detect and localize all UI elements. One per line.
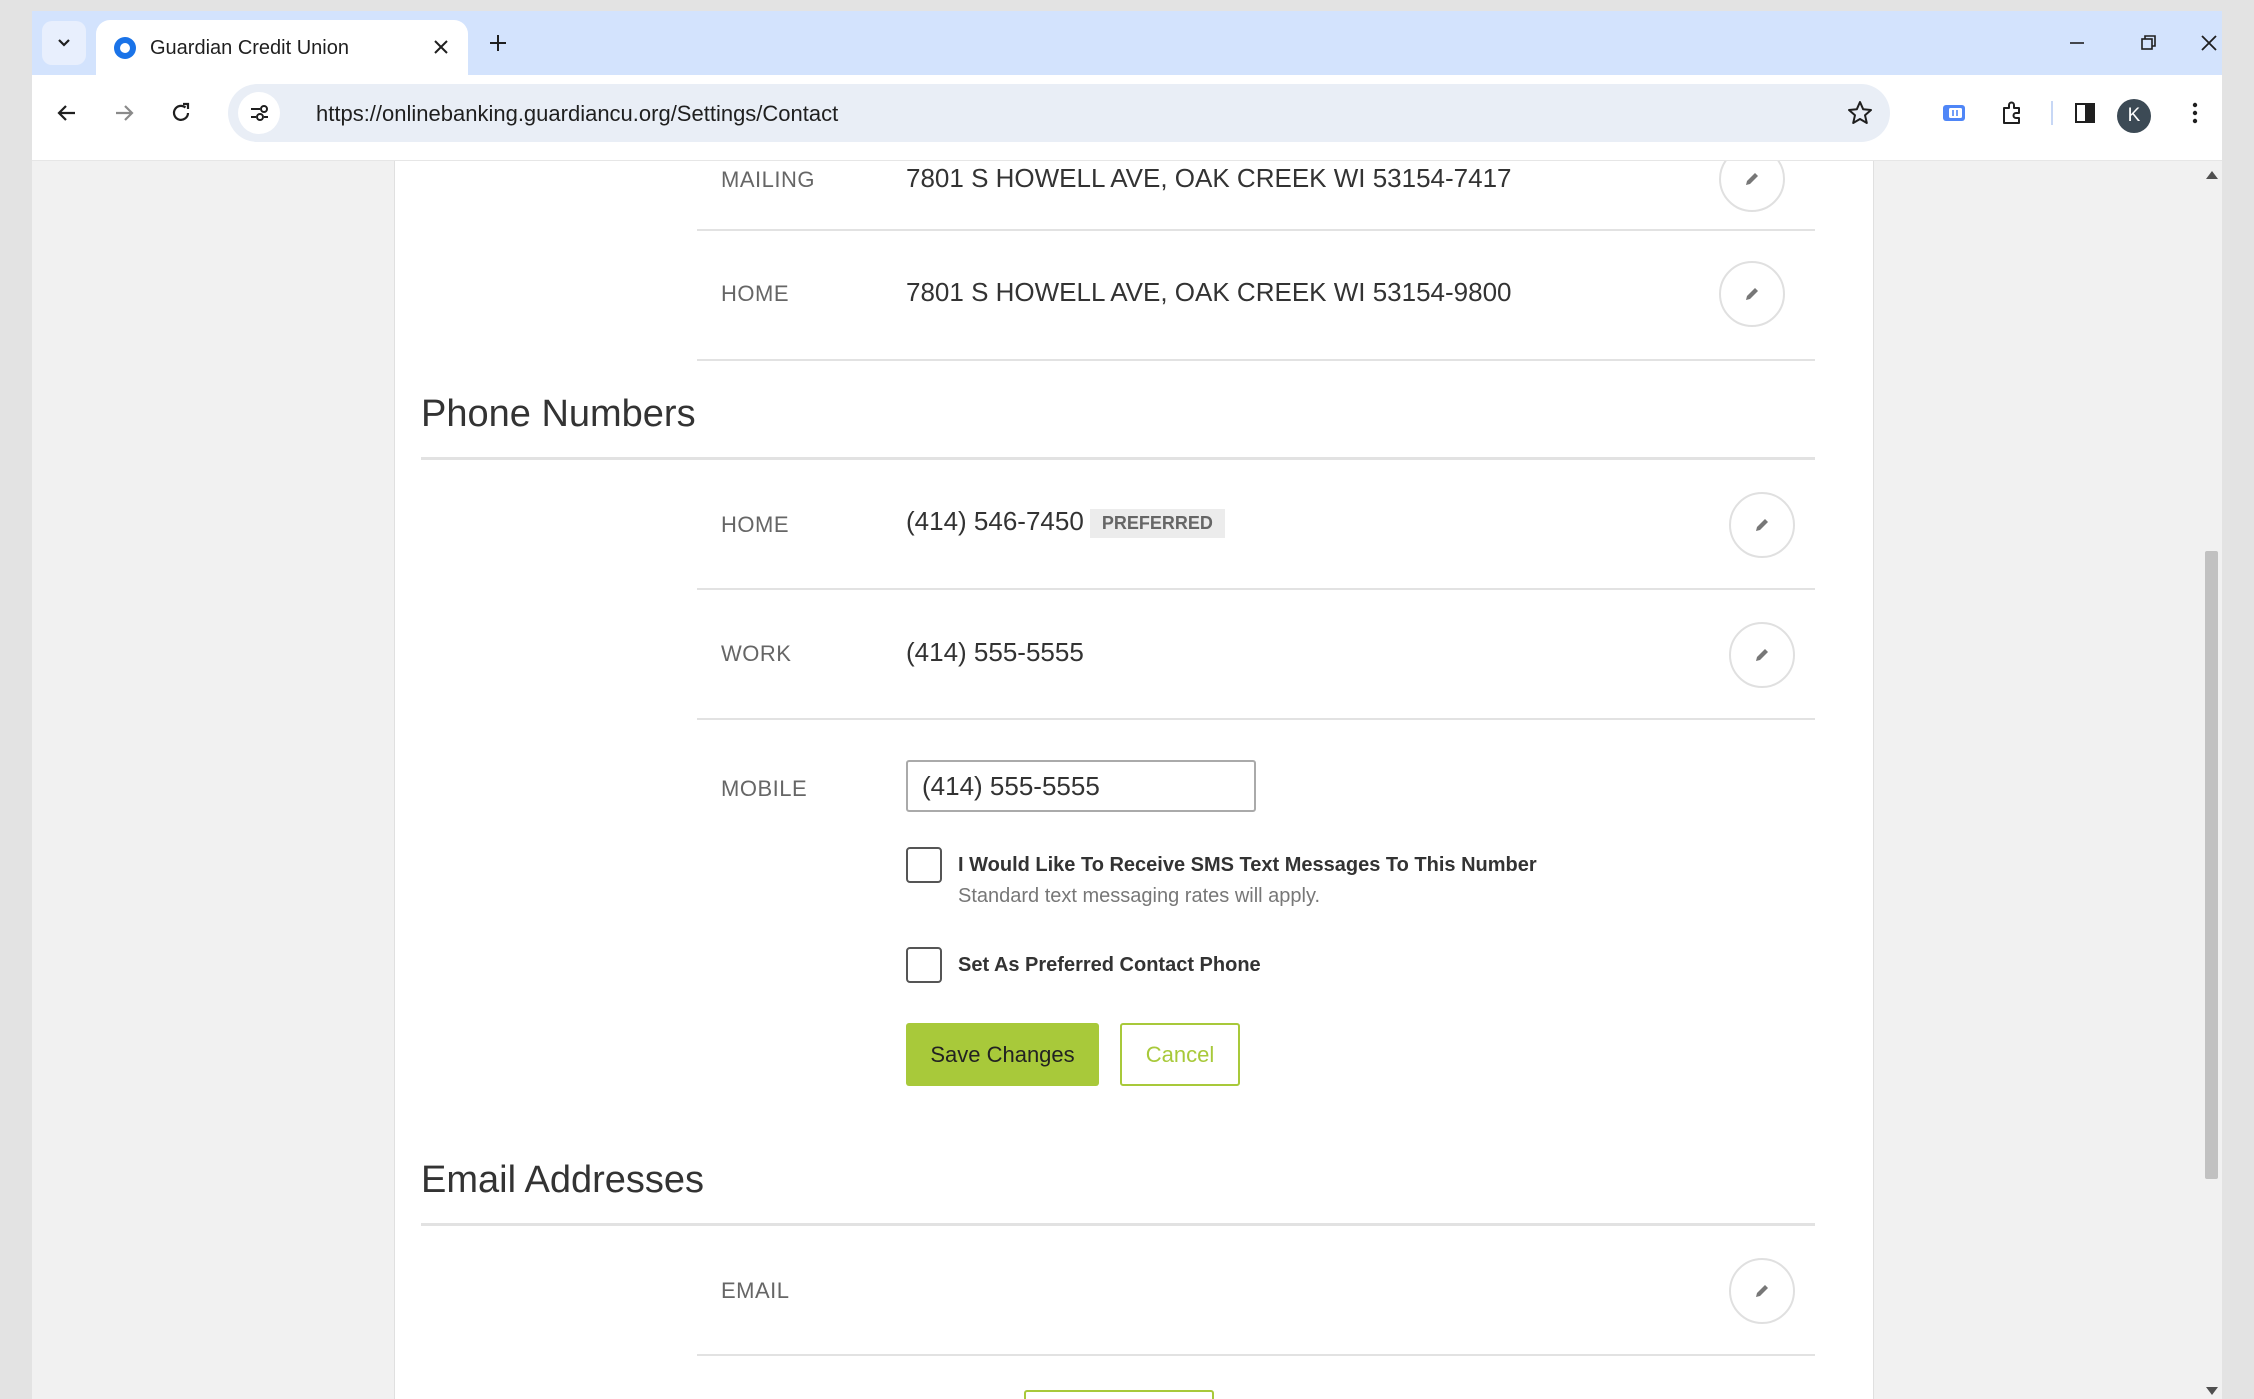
pencil-icon [1756, 649, 1768, 661]
address-value-home: 7801 S HOWELL AVE, OAK CREEK WI 53154-98… [906, 277, 1512, 307]
address-label-mailing: MAILING [721, 167, 815, 192]
address-value-mailing: 7801 S HOWELL AVE, OAK CREEK WI 53154-74… [906, 163, 1512, 193]
phone-label-work: WORK [721, 641, 792, 666]
pencil-icon [1746, 173, 1758, 185]
scrollbar-thumb[interactable] [2205, 551, 2218, 1179]
extensions-menu-button[interactable] [1990, 91, 2034, 135]
forward-button[interactable] [102, 91, 146, 135]
section-title-phone-numbers: Phone Numbers [421, 393, 696, 435]
phone-value-home: (414) 546-7450 PREFERRED [906, 506, 1225, 538]
puzzle-icon [2003, 101, 2020, 124]
pencil-icon [1756, 1285, 1768, 1297]
profile-avatar[interactable]: K [2117, 99, 2151, 133]
scroll-down-arrow-icon[interactable] [2206, 1387, 2218, 1395]
window-close-icon [2201, 35, 2217, 51]
side-panel-icon [2075, 103, 2095, 123]
browser-tab[interactable]: Guardian Credit Union [96, 20, 468, 75]
address-row-home: HOME 7801 S HOWELL AVE, OAK CREEK WI 531… [697, 229, 1815, 361]
edit-email-button[interactable] [1729, 1258, 1795, 1324]
email-row: EMAIL [697, 1226, 1815, 1356]
address-bar[interactable]: https://onlinebanking.guardiancu.org/Set… [228, 84, 1890, 142]
preferred-badge: PREFERRED [1089, 508, 1225, 538]
tab-search-button[interactable] [42, 21, 86, 65]
page-viewport: MAILING 7801 S HOWELL AVE, OAK CREEK WI … [32, 161, 2200, 1399]
pencil-icon [1756, 519, 1768, 531]
phone-label-home: HOME [721, 512, 789, 537]
tab-strip: Guardian Credit Union [32, 11, 2222, 75]
scroll-up-arrow-icon[interactable] [2206, 171, 2218, 179]
restore-icon [2141, 35, 2156, 50]
tab-title: Guardian Credit Union [150, 37, 349, 59]
browser-menu-button[interactable] [2173, 91, 2217, 135]
phone-number-home: (414) 546-7450 [906, 506, 1084, 536]
address-label-home: HOME [721, 281, 789, 306]
menu-icon [2192, 102, 2198, 124]
phone-value-work: (414) 555-5555 [906, 637, 1084, 667]
address-row-mailing: MAILING 7801 S HOWELL AVE, OAK CREEK WI … [697, 161, 1815, 231]
close-icon [434, 40, 448, 54]
contact-settings-page: MAILING 7801 S HOWELL AVE, OAK CREEK WI … [394, 161, 1874, 1399]
phone-label-mobile: MOBILE [721, 776, 808, 801]
cancel-button[interactable]: Cancel [1120, 1023, 1240, 1086]
save-changes-button[interactable]: Save Changes [906, 1023, 1099, 1086]
edit-home-phone-button[interactable] [1729, 492, 1795, 558]
toolbar-divider [2051, 101, 2053, 125]
minimize-button[interactable] [2052, 23, 2102, 63]
browser-toolbar: https://onlinebanking.guardiancu.org/Set… [32, 75, 2222, 161]
edit-work-phone-button[interactable] [1729, 622, 1795, 688]
site-info-icon [251, 105, 268, 121]
browser-window: Guardian Credit Union https://onlinebank… [32, 11, 2222, 1399]
favicon-icon [114, 37, 136, 59]
tab-close-button[interactable] [426, 32, 456, 62]
forward-icon [116, 105, 134, 121]
restore-button[interactable] [2124, 23, 2174, 63]
page-scrollbar[interactable] [2200, 161, 2222, 1399]
phone-row-work: WORK (414) 555-5555 [697, 590, 1815, 720]
preferred-phone-label: Set As Preferred Contact Phone [958, 954, 1261, 976]
new-tab-button[interactable] [478, 23, 518, 63]
email-label: EMAIL [721, 1278, 790, 1303]
bookmark-button[interactable] [1842, 95, 1878, 131]
side-panel-button[interactable] [2063, 91, 2107, 135]
edit-home-address-button[interactable] [1719, 261, 1785, 327]
reload-icon [172, 102, 190, 121]
edit-mailing-address-button[interactable] [1719, 161, 1785, 212]
pencil-icon [1746, 288, 1758, 300]
window-close-button[interactable] [2196, 23, 2222, 63]
sms-rates-note: Standard text messaging rates will apply… [958, 885, 1321, 907]
section-title-email-addresses: Email Addresses [421, 1159, 705, 1201]
phone-row-home: HOME (414) 546-7450 PREFERRED [697, 460, 1815, 590]
add-email-button[interactable] [1024, 1390, 1214, 1399]
back-icon [57, 105, 75, 121]
star-icon [1848, 101, 1872, 124]
preferred-phone-checkbox[interactable] [906, 947, 942, 983]
new-tab-icon [490, 35, 506, 51]
mobile-phone-input[interactable] [906, 760, 1256, 812]
extension-icon [1943, 105, 1965, 121]
reload-button[interactable] [159, 91, 203, 135]
chevron-down-icon [58, 39, 70, 47]
minimize-icon [2070, 42, 2084, 44]
back-button[interactable] [45, 91, 89, 135]
sms-opt-in-checkbox[interactable] [906, 847, 942, 883]
extension-button[interactable] [1932, 91, 1976, 135]
sms-opt-in-label: I Would Like To Receive SMS Text Message… [958, 854, 1537, 876]
site-info-button[interactable] [238, 92, 280, 134]
url-text: https://onlinebanking.guardiancu.org/Set… [316, 101, 839, 126]
